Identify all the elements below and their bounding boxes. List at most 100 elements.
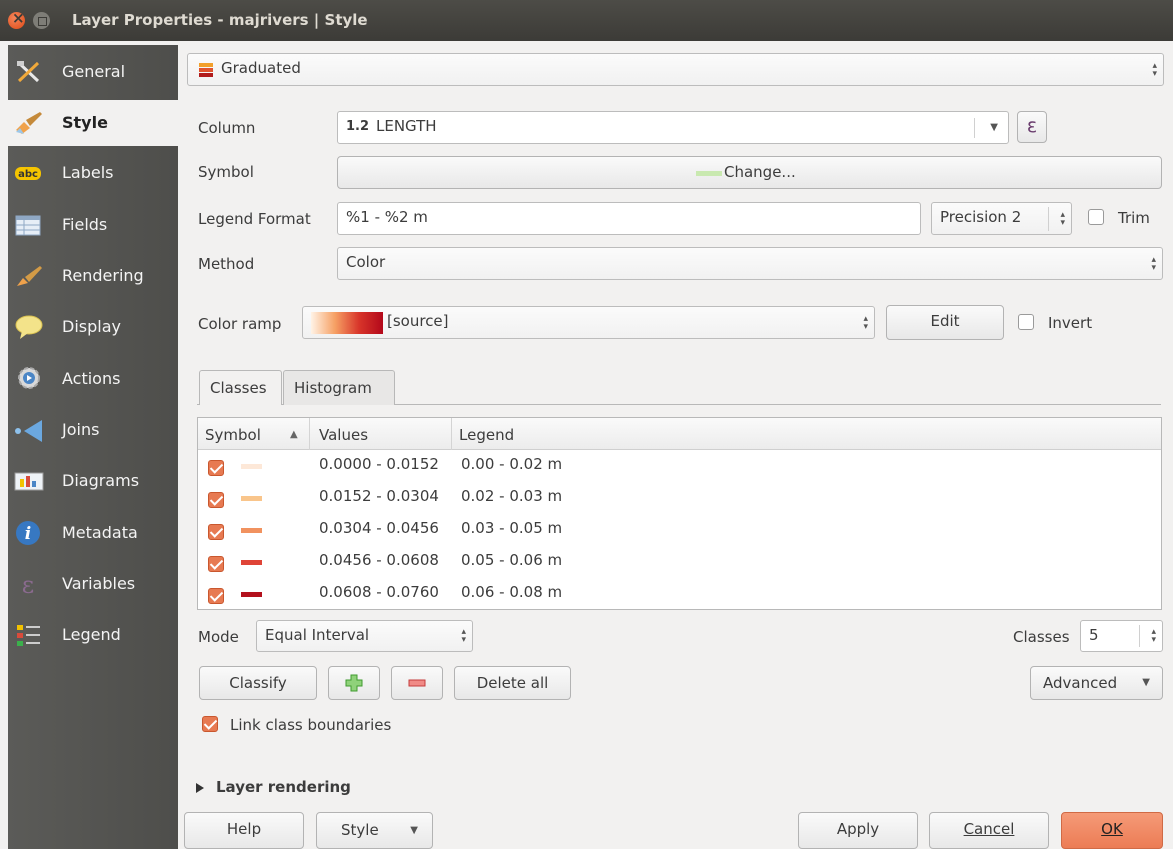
tab-histogram[interactable]: Histogram	[283, 370, 395, 405]
classes-count-label: Classes	[1013, 628, 1070, 646]
table-row[interactable]: 0.0608 - 0.0760 0.06 - 0.08 m	[198, 579, 1161, 611]
class-enabled-checkbox[interactable]	[208, 460, 224, 476]
sidebar-item-joins[interactable]: Joins	[8, 407, 178, 453]
display-bubble-icon	[15, 315, 43, 339]
mode-select[interactable]: Equal Interval ▴ ▾	[256, 620, 473, 652]
class-symbol-swatch[interactable]	[241, 528, 262, 533]
expand-arrow-icon[interactable]	[196, 783, 204, 793]
invert-label: Invert	[1048, 314, 1093, 332]
renderer-select[interactable]: Graduated ▴ ▾	[187, 53, 1164, 86]
advanced-button[interactable]: Advanced ▼	[1030, 666, 1163, 700]
spin-arrows-icon: ▴ ▾	[1060, 209, 1065, 228]
minus-icon	[408, 679, 426, 687]
table-row[interactable]: 0.0000 - 0.0152 0.00 - 0.02 m	[198, 451, 1161, 483]
invert-checkbox[interactable]	[1018, 314, 1034, 330]
column-value: LENGTH	[376, 117, 437, 135]
sidebar-item-label: Legend	[62, 625, 121, 644]
class-enabled-checkbox[interactable]	[208, 588, 224, 604]
classes-count-spinbox[interactable]: 5 ▴ ▾	[1080, 620, 1163, 652]
tab-classes[interactable]: Classes	[199, 370, 282, 405]
sidebar-item-fields[interactable]: Fields	[8, 202, 178, 248]
class-values[interactable]: 0.0152 - 0.0304	[319, 487, 439, 505]
remove-class-button[interactable]	[391, 666, 443, 700]
rendering-brush-icon	[17, 266, 42, 286]
table-row[interactable]: 0.0304 - 0.0456 0.03 - 0.05 m	[198, 515, 1161, 547]
updown-arrows-icon: ▴ ▾	[1151, 254, 1156, 273]
layer-rendering-section[interactable]: Layer rendering	[216, 778, 351, 796]
table-row[interactable]: 0.0456 - 0.0608 0.05 - 0.06 m	[198, 547, 1161, 579]
class-enabled-checkbox[interactable]	[208, 492, 224, 508]
class-enabled-checkbox[interactable]	[208, 556, 224, 572]
edit-ramp-button[interactable]: Edit	[886, 305, 1004, 340]
legend-format-input[interactable]: %1 - %2 m	[337, 202, 921, 235]
help-button[interactable]: Help	[184, 812, 304, 849]
sidebar-item-label: General	[62, 62, 126, 81]
class-symbol-swatch[interactable]	[241, 496, 262, 501]
color-ramp-preview	[311, 312, 383, 334]
minimize-window-button[interactable]	[33, 12, 50, 29]
class-legend[interactable]: 0.05 - 0.06 m	[461, 551, 562, 569]
expression-button[interactable]: ε	[1017, 111, 1047, 143]
plus-icon	[345, 674, 363, 692]
sidebar-item-variables[interactable]: ε Variables	[8, 561, 178, 607]
apply-button[interactable]: Apply	[798, 812, 918, 849]
method-select[interactable]: Color ▴ ▾	[337, 247, 1163, 280]
svg-text:ε: ε	[22, 571, 34, 597]
legend-format-label: Legend Format	[198, 210, 311, 228]
column-label: Column	[198, 119, 256, 137]
numeric-type-icon: 1.2	[346, 119, 370, 134]
link-boundaries-checkbox[interactable]	[202, 716, 218, 732]
class-values[interactable]: 0.0000 - 0.0152	[319, 455, 439, 473]
classify-button[interactable]: Classify	[199, 666, 317, 700]
style-menu-label: Style	[341, 821, 379, 839]
class-legend[interactable]: 0.06 - 0.08 m	[461, 583, 562, 601]
ok-button[interactable]: OK	[1061, 812, 1163, 849]
class-symbol-swatch[interactable]	[241, 560, 262, 565]
class-legend[interactable]: 0.02 - 0.03 m	[461, 487, 562, 505]
sidebar-item-actions[interactable]: Actions	[8, 356, 178, 402]
sidebar-item-legend[interactable]: Legend	[8, 612, 178, 658]
sidebar-item-rendering[interactable]: Rendering	[8, 253, 178, 299]
legend-icon	[17, 625, 40, 646]
sidebar-item-label: Style	[62, 113, 108, 132]
close-window-button[interactable]	[8, 9, 25, 29]
sidebar: General Style abc Labels Fields Renderin…	[8, 45, 178, 849]
window-titlebar: Layer Properties - majrivers | Style	[0, 0, 1173, 41]
actions-gear-icon	[18, 367, 40, 389]
header-symbol[interactable]: Symbol	[205, 426, 261, 444]
class-values[interactable]: 0.0456 - 0.0608	[319, 551, 439, 569]
column-select[interactable]: 1.2 LENGTH ▼	[337, 111, 1009, 144]
style-menu-button[interactable]: Style ▼	[316, 812, 433, 849]
svg-text:abc: abc	[18, 169, 38, 180]
updown-arrows-icon: ▴ ▾	[863, 313, 868, 332]
sidebar-item-general[interactable]: General	[8, 49, 178, 95]
change-symbol-label: Change...	[724, 163, 796, 181]
header-values[interactable]: Values	[319, 426, 368, 444]
delete-all-button[interactable]: Delete all	[454, 666, 571, 700]
classes-table[interactable]: Symbol ▲ Values Legend 0.0000 - 0.0152 0…	[197, 417, 1162, 610]
color-ramp-select[interactable]: [source] ▴ ▾	[302, 306, 875, 339]
variables-epsilon-icon: ε	[22, 571, 34, 597]
class-values[interactable]: 0.0608 - 0.0760	[319, 583, 439, 601]
class-legend[interactable]: 0.03 - 0.05 m	[461, 519, 562, 537]
sidebar-item-style[interactable]: Style	[8, 100, 178, 146]
class-values[interactable]: 0.0304 - 0.0456	[319, 519, 439, 537]
table-row[interactable]: 0.0152 - 0.0304 0.02 - 0.03 m	[198, 483, 1161, 515]
sidebar-item-label: Diagrams	[62, 471, 140, 490]
class-symbol-swatch[interactable]	[241, 592, 262, 597]
sidebar-item-diagrams[interactable]: Diagrams	[8, 458, 178, 504]
precision-spinbox[interactable]: Precision 2 ▴ ▾	[931, 202, 1072, 235]
svg-text:i: i	[25, 524, 31, 544]
class-symbol-swatch[interactable]	[241, 464, 262, 469]
cancel-button[interactable]: Cancel	[929, 812, 1049, 849]
sidebar-item-metadata[interactable]: i Metadata	[8, 510, 178, 556]
sidebar-item-labels[interactable]: abc Labels	[8, 150, 178, 196]
renderer-value: Graduated	[221, 59, 301, 77]
add-class-button[interactable]	[328, 666, 380, 700]
class-legend[interactable]: 0.00 - 0.02 m	[461, 455, 562, 473]
change-symbol-button[interactable]: Change...	[337, 156, 1162, 189]
sidebar-item-display[interactable]: Display	[8, 304, 178, 350]
header-legend[interactable]: Legend	[459, 426, 514, 444]
trim-checkbox[interactable]	[1088, 209, 1104, 225]
class-enabled-checkbox[interactable]	[208, 524, 224, 540]
